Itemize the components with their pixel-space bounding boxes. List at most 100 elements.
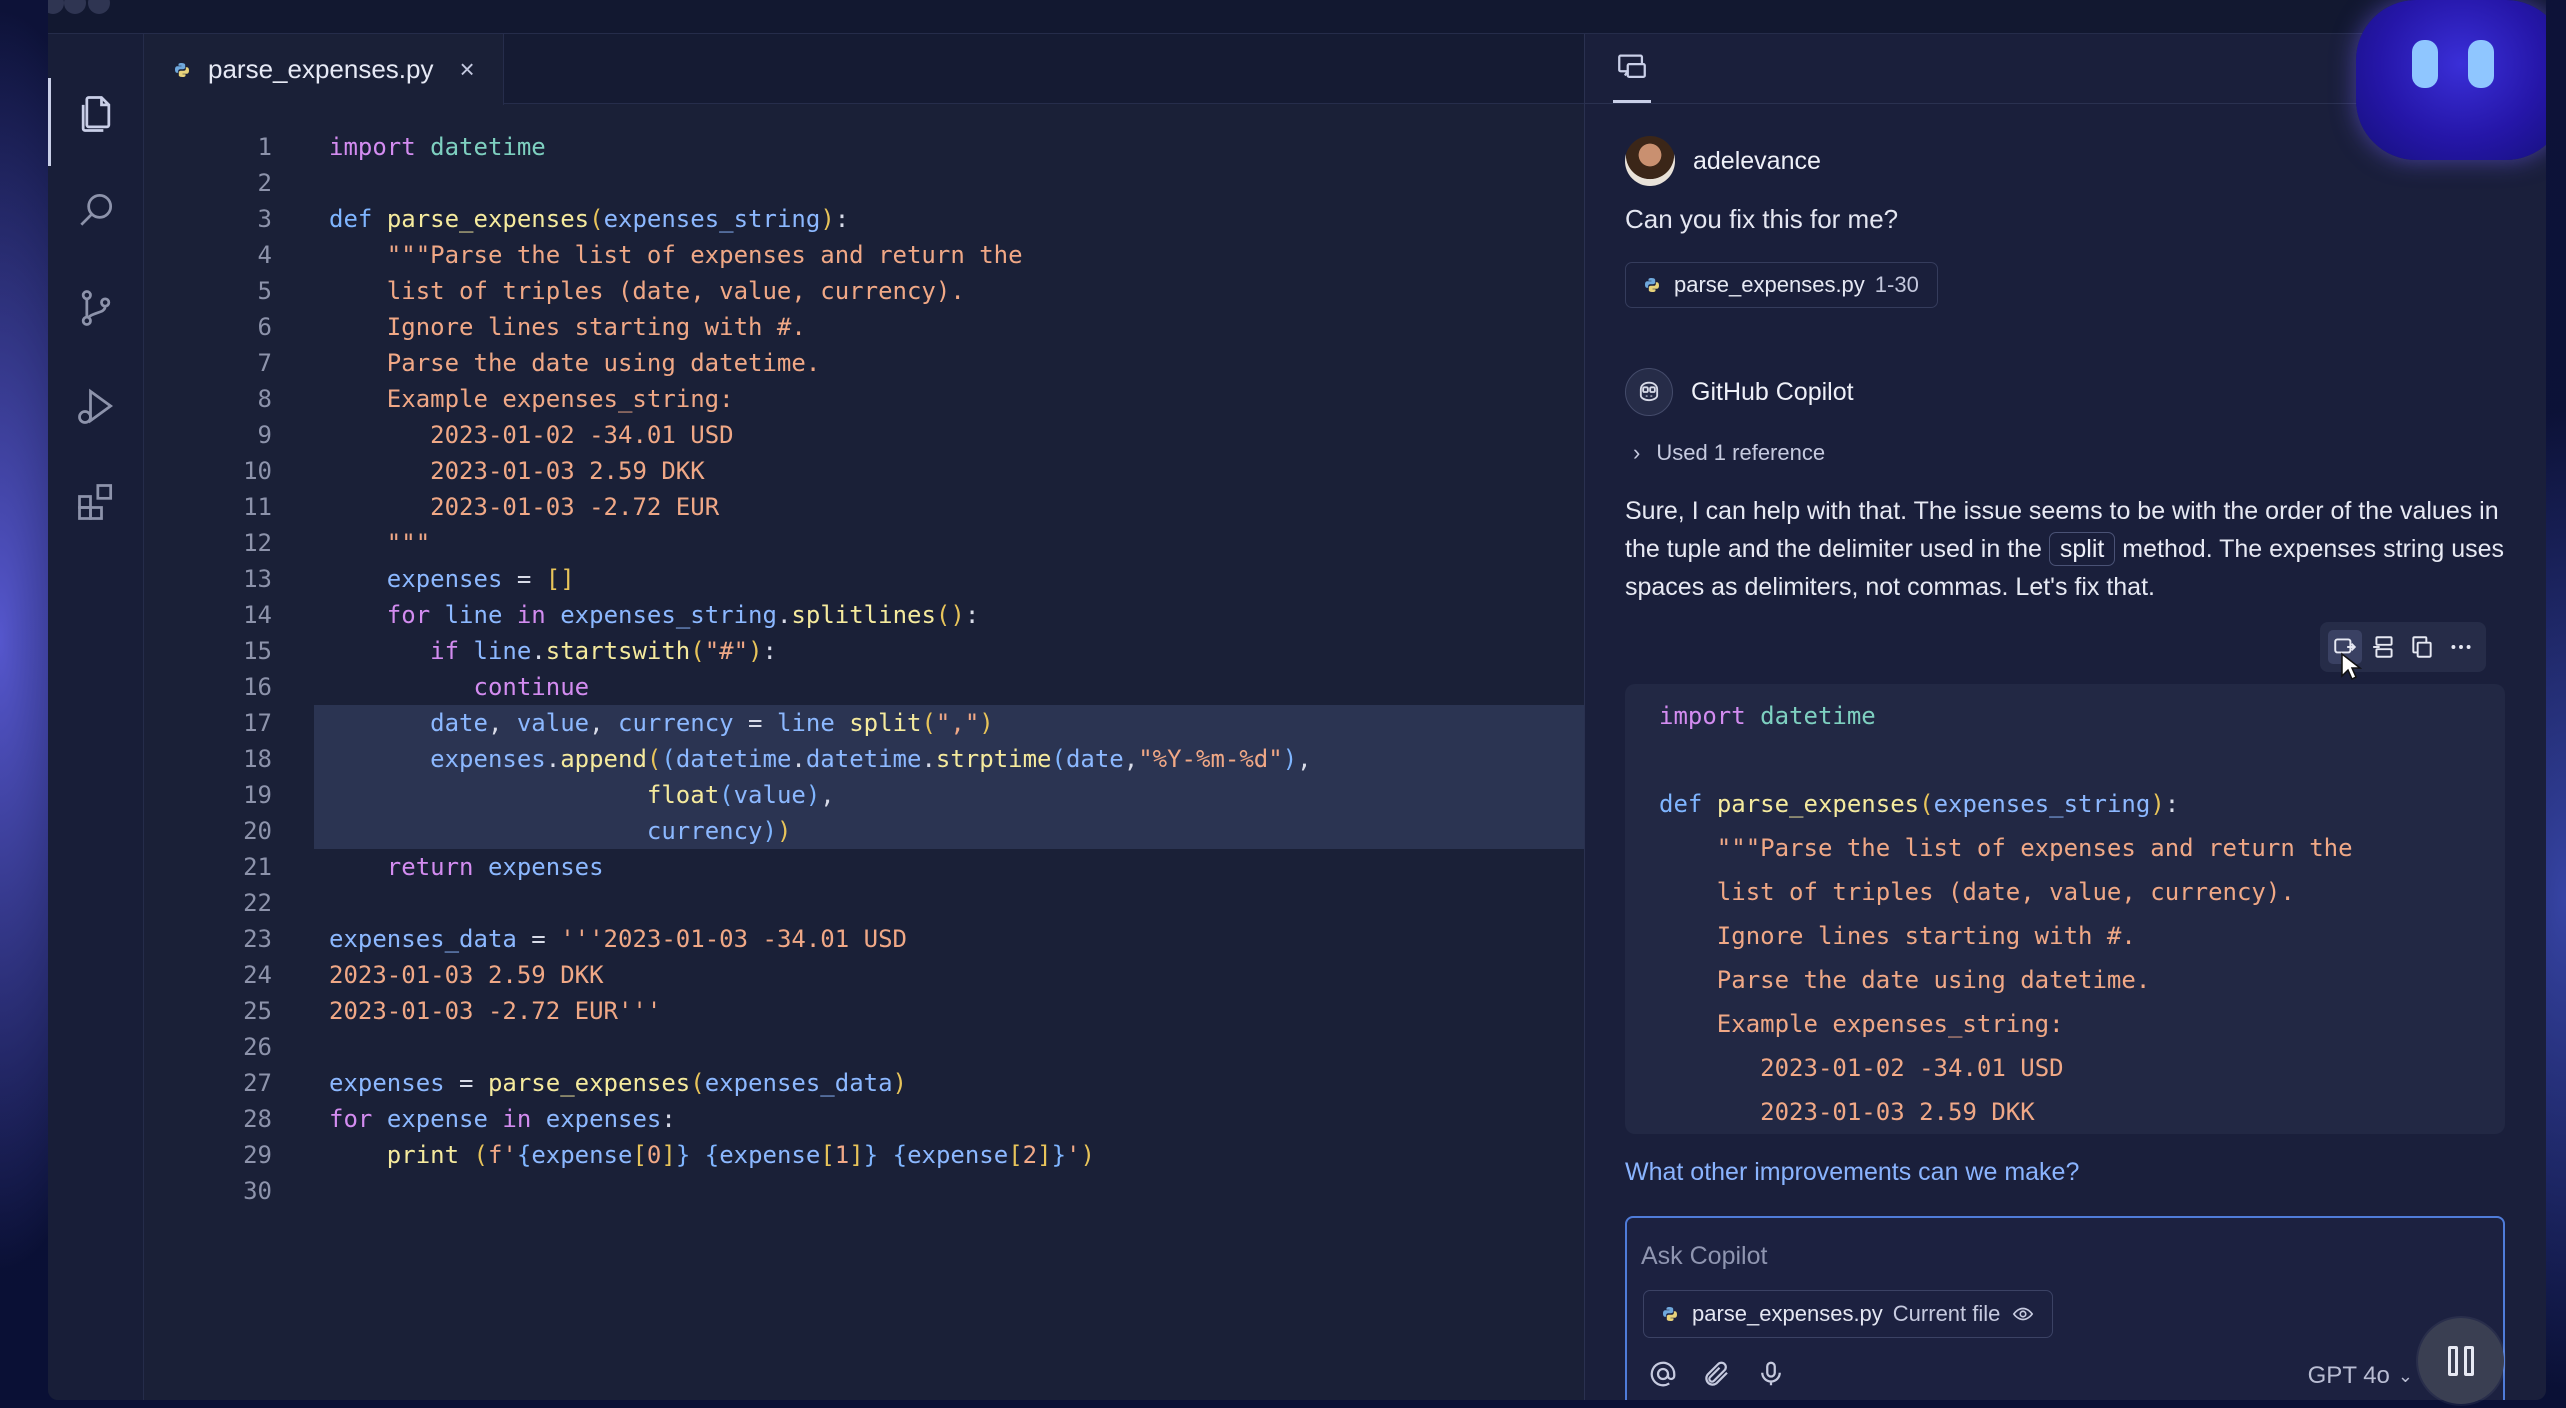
input-actions: [1647, 1358, 1787, 1390]
run-debug-icon[interactable]: [72, 382, 120, 430]
pause-button[interactable]: [2418, 1318, 2504, 1404]
line-number: 17: [243, 709, 272, 737]
code-line[interactable]: 24 2023-01-03 2.59 DKK: [144, 957, 1584, 993]
code-line[interactable]: 17 date, value, currency = line split(",…: [243, 705, 1584, 741]
code-editor: parse_expenses.py × 1 import datetime 2 3 de…: [144, 34, 1584, 1400]
code-area[interactable]: 1 import datetime 2 3 def parse_expenses(exp…: [144, 129, 1584, 1209]
more-actions-icon[interactable]: [2444, 630, 2478, 664]
line-content: return expenses: [386, 853, 604, 881]
copilot-mascot: [2356, 0, 2546, 160]
code-line[interactable]: 10 2023-01-03 2.59 DKK: [144, 453, 1584, 489]
line-content: if line.startswith("#"):: [430, 637, 777, 665]
line-content: Parse the date using datetime.: [386, 349, 821, 377]
code-line[interactable]: 6 Ignore lines starting with #.: [144, 309, 1584, 345]
line-content: def parse_expenses(expenses_string):: [329, 205, 850, 233]
user-avatar: [1625, 136, 1675, 186]
chat-tab-indicator: [1613, 100, 1651, 103]
code-line[interactable]: 19 float(value),: [243, 777, 1584, 813]
search-icon[interactable]: [72, 186, 120, 234]
model-selector[interactable]: GPT 4o ⌄: [2308, 1362, 2413, 1390]
code-line[interactable]: 27 expenses = parse_expenses(expenses_dat…: [144, 1065, 1584, 1101]
code-line[interactable]: 3 def parse_expenses(expenses_string):: [144, 201, 1584, 237]
code-line[interactable]: 4 """Parse the list of expenses and retu…: [144, 237, 1584, 273]
chevron-down-icon: ⌄: [2397, 1365, 2413, 1386]
inline-code-split: split: [2048, 532, 2116, 566]
source-control-icon[interactable]: [72, 284, 120, 332]
code-line[interactable]: 15 if line.startswith("#"):: [144, 633, 1584, 669]
tab-parse-expenses[interactable]: parse_expenses.py ×: [144, 34, 504, 105]
code-line[interactable]: 14 for line in expenses_string.splitline…: [144, 597, 1584, 633]
line-content: """Parse the list of expenses and return…: [386, 241, 1023, 269]
insert-at-cursor-icon[interactable]: [2367, 630, 2401, 664]
code-line[interactable]: 7 Parse the date using datetime.: [144, 345, 1584, 381]
code-line[interactable]: 25 2023-01-03 -2.72 EUR''': [144, 993, 1584, 1029]
line-content: 2023-01-03 2.59 DKK: [430, 457, 705, 485]
line-number: 28: [243, 1105, 272, 1133]
line-number: 23: [243, 925, 272, 953]
code-line[interactable]: 2: [144, 165, 1584, 201]
followup-suggestion[interactable]: What other improvements can we make?: [1625, 1158, 2079, 1187]
python-file-icon: [175, 62, 189, 77]
line-number: 30: [243, 1177, 272, 1205]
mention-icon[interactable]: [1647, 1358, 1679, 1390]
line-number: 22: [243, 889, 272, 917]
line-number: 9: [257, 421, 272, 449]
microphone-icon[interactable]: [1755, 1358, 1787, 1390]
code-line[interactable]: 21 return expenses: [144, 849, 1584, 885]
attach-icon[interactable]: [1701, 1358, 1733, 1390]
tab-filename: parse_expenses.py: [208, 54, 434, 84]
line-content: 2023-01-03 2.59 DKK: [329, 961, 604, 989]
close-tab-icon[interactable]: ×: [459, 54, 474, 85]
title-bar: [48, 0, 2546, 34]
codeblock-line: 2023-01-02 -34.01 USD: [1760, 1054, 2064, 1082]
line-number: 13: [243, 565, 272, 593]
codeblock-line: Ignore lines starting with #.: [1716, 922, 2136, 950]
code-line[interactable]: 22: [144, 885, 1584, 921]
minimize-window-dot[interactable]: [64, 0, 86, 14]
code-line[interactable]: 5 list of triples (date, value, currency…: [144, 273, 1584, 309]
code-line[interactable]: 26: [144, 1029, 1584, 1065]
close-window-dot[interactable]: [48, 0, 64, 14]
line-content: 2023-01-03 -2.72 EUR: [430, 493, 720, 521]
line-content: for line in expenses_string.splitlines()…: [386, 601, 980, 629]
copy-icon[interactable]: [2405, 630, 2439, 664]
line-number: 20: [243, 817, 272, 845]
reference-range: 1-30: [1874, 272, 1919, 297]
line-number: 24: [243, 961, 272, 989]
mascot-eye-left: [2412, 40, 2438, 88]
line-content: """: [386, 529, 431, 557]
chat-icon[interactable]: [1615, 50, 1649, 84]
line-number: 19: [243, 781, 272, 809]
code-line[interactable]: 9 2023-01-02 -34.01 USD: [144, 417, 1584, 453]
code-line[interactable]: 29 print (f'{expense[0]} {expense[1]} {e…: [144, 1137, 1584, 1173]
current-file-chip[interactable]: parse_expenses.py Current file: [1643, 1290, 2054, 1338]
reference-chip[interactable]: parse_expenses.py 1-30: [1625, 262, 1938, 308]
code-line[interactable]: 11 2023-01-03 -2.72 EUR: [144, 489, 1584, 525]
line-number: 25: [243, 997, 272, 1025]
code-line[interactable]: 12 """: [144, 525, 1584, 561]
code-line[interactable]: 13 expenses = []: [144, 561, 1584, 597]
mouse-cursor-icon: [2341, 652, 2362, 681]
code-line[interactable]: 28 for expense in expenses:: [144, 1101, 1584, 1137]
zoom-window-dot[interactable]: [88, 0, 110, 14]
user-name: adelevance: [1693, 146, 1821, 175]
answer-code-block[interactable]: import datetime def parse_expenses(expens…: [1625, 684, 2505, 1134]
code-line[interactable]: 23 expenses_data = '''2023-01-03 -34.01 U…: [144, 921, 1584, 957]
line-content: list of triples (date, value, currency).: [386, 277, 965, 305]
extensions-icon[interactable]: [72, 478, 120, 526]
used-reference-toggle[interactable]: › Used 1 reference: [1633, 440, 1825, 466]
copilot-avatar: [1625, 368, 1673, 416]
code-line[interactable]: 16 continue: [144, 669, 1584, 705]
eye-icon[interactable]: [2012, 1303, 2034, 1325]
code-line[interactable]: 8 Example expenses_string:: [144, 381, 1584, 417]
ask-copilot-input[interactable]: [1641, 1236, 2481, 1276]
line-number: 18: [243, 745, 272, 773]
line-number: 6: [257, 313, 272, 341]
code-line[interactable]: 1 import datetime: [144, 129, 1584, 165]
code-line[interactable]: 30: [144, 1173, 1584, 1209]
code-line[interactable]: 20 currency)): [243, 813, 1584, 849]
explorer-icon[interactable]: [72, 90, 120, 138]
codeblock-line: Parse the date using datetime.: [1716, 966, 2151, 994]
line-content: float(value),: [646, 781, 835, 809]
code-line[interactable]: 18 expenses.append((datetime.datetime.st…: [243, 741, 1584, 777]
